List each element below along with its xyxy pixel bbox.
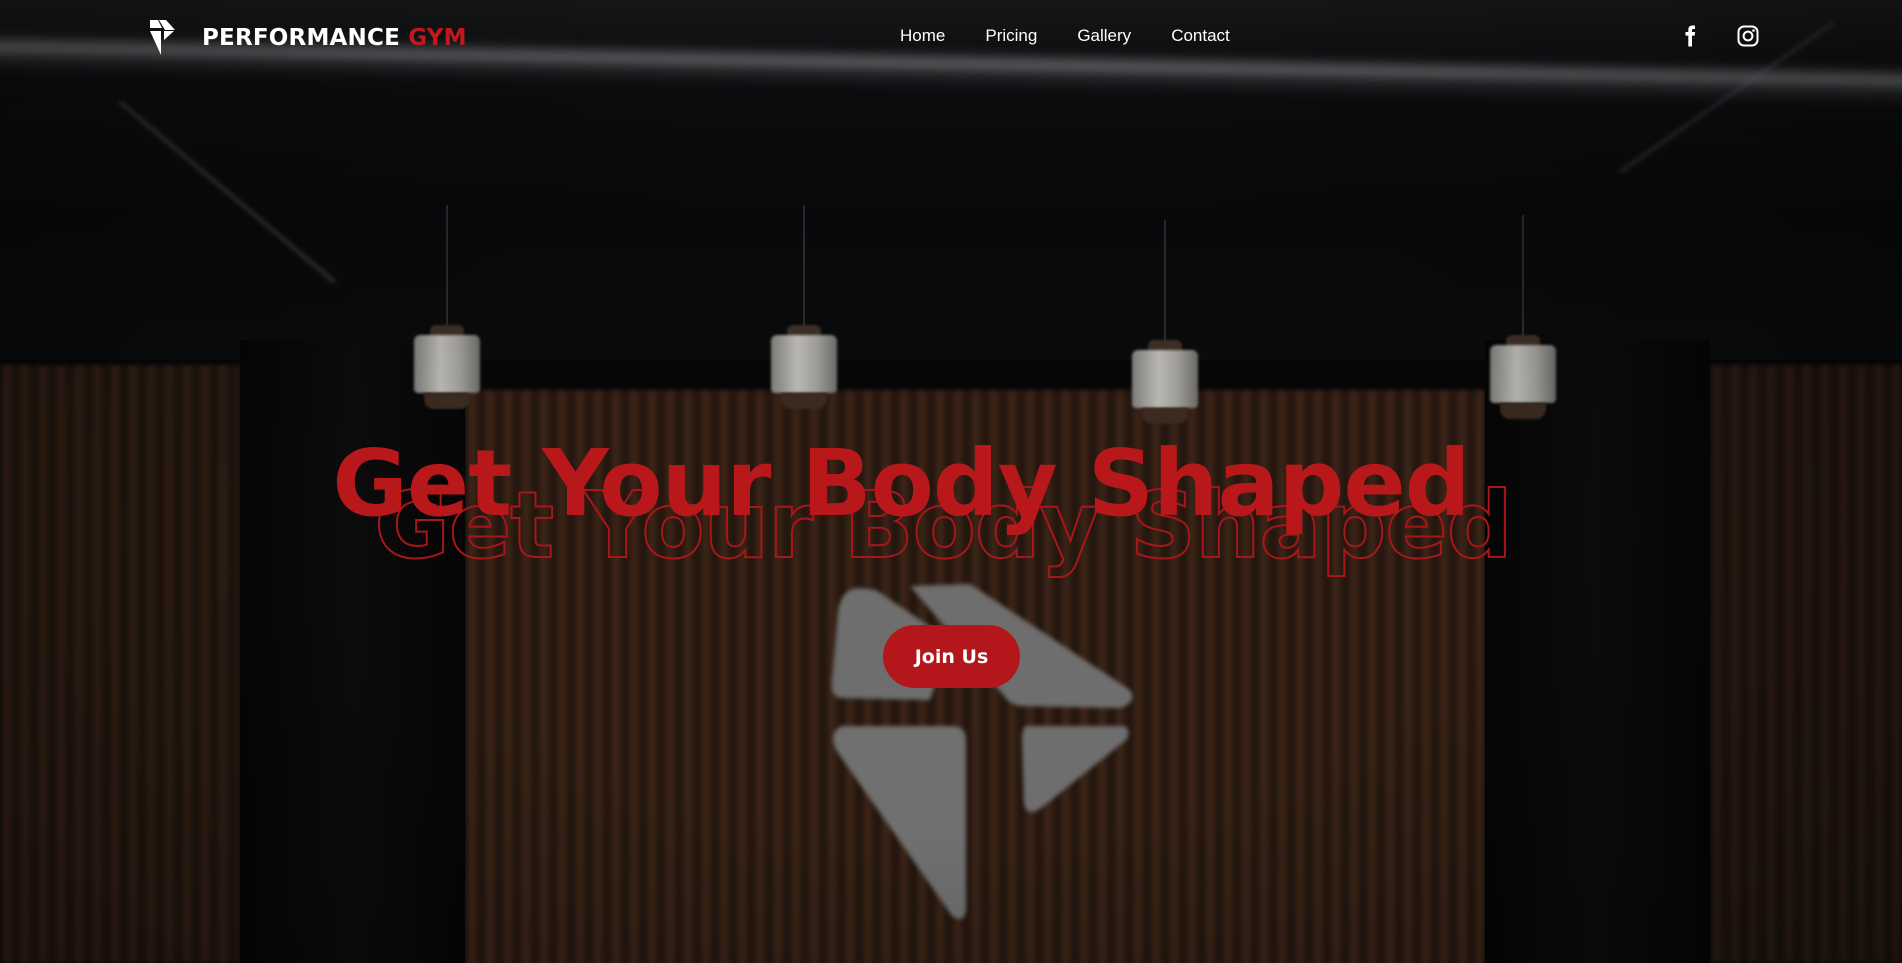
nav-link-gallery[interactable]: Gallery: [1077, 26, 1131, 46]
nav-link-home[interactable]: Home: [900, 26, 945, 46]
brand-name-primary: PERFORMANCE: [202, 25, 400, 51]
brand-logo-icon: [150, 20, 175, 55]
facebook-icon[interactable]: [1678, 24, 1702, 48]
instagram-icon[interactable]: [1736, 24, 1760, 48]
top-navbar: PERFORMANCE GYM Home Pricing Gallery Con…: [0, 0, 1902, 76]
brand-name-accent: GYM: [408, 25, 467, 51]
nav-links: Home Pricing Gallery Contact: [900, 26, 1270, 46]
nav-link-contact[interactable]: Contact: [1171, 26, 1230, 46]
hero-headline: Get Your Body Shaped: [332, 430, 1470, 537]
brand-name: PERFORMANCE GYM: [202, 25, 467, 51]
social-links: [1678, 24, 1760, 48]
join-us-button[interactable]: Join Us: [883, 625, 1020, 688]
brand[interactable]: PERFORMANCE GYM: [148, 18, 467, 58]
hero-section: PERFORMANCE GYM Home Pricing Gallery Con…: [0, 0, 1902, 963]
nav-link-pricing[interactable]: Pricing: [985, 26, 1037, 46]
